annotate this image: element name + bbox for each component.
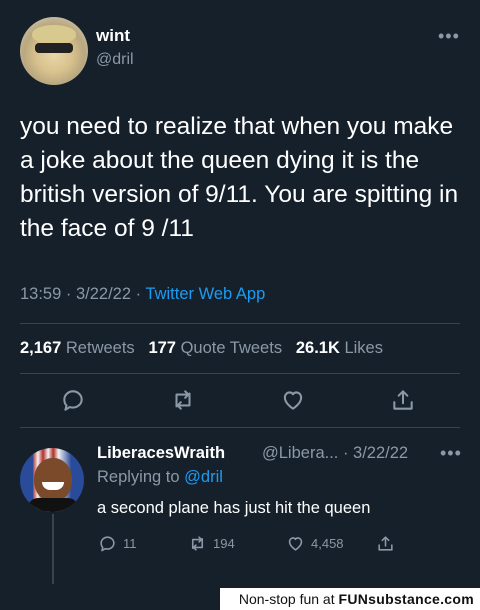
retweet-icon [175, 390, 191, 410]
watermark-prefix: Non-stop fun at [238, 591, 335, 607]
reply-author-handle-date[interactable]: @Libera... · 3/22/22 [262, 444, 408, 463]
quote-tweets-stat[interactable]: 177 Quote Tweets [148, 339, 282, 357]
more-options-icon[interactable]: ••• [438, 26, 460, 47]
reply-more-options-icon[interactable]: ••• [440, 443, 462, 464]
reply-icon [100, 535, 115, 551]
tweet-source-app[interactable]: Twitter Web App [145, 285, 265, 303]
avatar-glasses [35, 43, 73, 53]
heart-icon [283, 391, 303, 410]
reply-author-avatar[interactable] [20, 448, 84, 512]
heart-icon [288, 536, 303, 551]
reply-text: a second plane has just hit the queen [97, 499, 371, 517]
retweets-count: 2,167 [20, 339, 62, 357]
likes-count: 26.1K [295, 339, 340, 357]
reply-share-button[interactable] [376, 533, 395, 553]
share-icon [393, 390, 413, 410]
divider [20, 323, 460, 324]
reply-reply-button[interactable]: 11 [98, 533, 137, 553]
tweet-meta: 13:59 · 3/22/22 · Twitter Web App [20, 285, 265, 304]
thread-line [52, 514, 54, 584]
retweet-button[interactable] [170, 387, 196, 413]
author-display-name[interactable]: wint [96, 26, 130, 46]
reply-like-count: 4,458 [311, 535, 344, 551]
retweet-icon [191, 535, 204, 551]
replying-to: Replying to @dril [97, 468, 223, 487]
replying-mention-link[interactable]: @dril [184, 468, 223, 486]
quotes-count: 177 [148, 339, 176, 357]
replying-prefix: Replying to [97, 468, 180, 486]
meta-separator: · [135, 285, 146, 303]
quotes-label: Quote Tweets [180, 339, 283, 357]
reply-button[interactable] [60, 387, 86, 413]
tweet-date[interactable]: 3/22/22 [76, 285, 131, 303]
reply-icon [63, 390, 83, 411]
site-watermark: Non-stop fun at FUNsubstance.com [220, 588, 480, 610]
avatar-face [34, 458, 72, 502]
avatar-hair [32, 25, 76, 43]
retweets-label: Retweets [65, 339, 135, 357]
divider [20, 373, 460, 374]
avatar-suit [28, 498, 78, 512]
author-handle[interactable]: @dril [96, 51, 134, 69]
share-icon [378, 535, 393, 551]
reply-author-name[interactable]: LiberacesWraith [97, 444, 225, 463]
tweet-stats: 2,167 Retweets 177 Quote Tweets 26.1K Li… [20, 339, 383, 358]
retweets-stat[interactable]: 2,167 Retweets [20, 339, 135, 357]
author-avatar[interactable] [20, 17, 88, 85]
likes-label: Likes [344, 339, 383, 357]
tweet-time[interactable]: 13:59 [20, 285, 61, 303]
reply-reply-count: 11 [123, 535, 137, 551]
reply-retweet-count: 194 [213, 535, 235, 551]
meta-separator: · [65, 285, 76, 303]
likes-stat[interactable]: 26.1K Likes [296, 339, 383, 357]
share-button[interactable] [390, 387, 416, 413]
divider [20, 427, 460, 428]
reply-like-button[interactable]: 4,458 [286, 533, 344, 553]
reply-retweet-button[interactable]: 194 [188, 533, 235, 553]
tweet-text: you need to realize that when you make a… [20, 113, 459, 242]
like-button[interactable] [280, 387, 306, 413]
watermark-brand: FUNsubstance.com [338, 591, 474, 607]
